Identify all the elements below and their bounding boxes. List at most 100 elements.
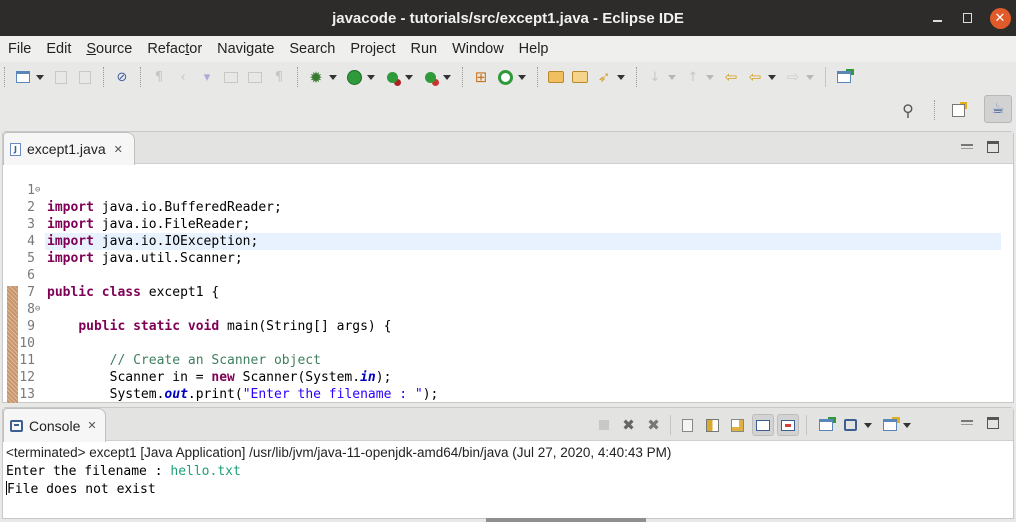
java-perspective-icon[interactable]: ☕ [984, 95, 1012, 123]
menu-source[interactable]: Source [80, 36, 138, 62]
run-icon[interactable] [344, 67, 364, 87]
close-button[interactable]: ✕ [989, 0, 1011, 36]
coverage-dropdown[interactable] [404, 67, 414, 87]
close-icon: ✕ [989, 7, 1011, 29]
maximize-button[interactable] [955, 0, 979, 36]
tab-label: except1.java [27, 141, 106, 157]
search-flashlight-icon[interactable]: ➶ [594, 67, 614, 87]
minimize-editor-button[interactable] [961, 144, 973, 149]
code-line: 2 import java.io.FileReader; [3, 182, 1013, 232]
code-line: 1 ⊖ import java.io.BufferedReader; [3, 165, 1013, 215]
word-wrap-icon[interactable] [727, 414, 749, 436]
search-dropdown[interactable] [616, 67, 626, 87]
open-console-dropdown[interactable] [902, 415, 912, 435]
toolbar-separator [806, 415, 807, 435]
console-pane: Console ✕ ✖ ✖ <terminated> except1 [Java… [2, 407, 1014, 519]
menu-edit[interactable]: Edit [40, 36, 77, 62]
mark-occurrences-icon: ¶ [154, 69, 164, 85]
menu-search[interactable]: Search [283, 36, 341, 62]
menu-refactor[interactable]: Refac t or [141, 36, 208, 62]
pin-editor-icon[interactable] [834, 67, 854, 87]
maximize-editor-button[interactable] [987, 141, 999, 153]
horizontal-scrollbar[interactable] [486, 518, 646, 522]
minimize-button[interactable] [925, 0, 949, 36]
menu-navigate[interactable]: Navigate [211, 36, 280, 62]
search-icon[interactable]: ⚲ [898, 100, 918, 120]
clear-console-icon[interactable] [677, 414, 699, 436]
console-output-line[interactable]: File does not exist [6, 481, 156, 497]
console-output-text: File does not exist [7, 482, 156, 497]
show-console-stdout-icon[interactable] [751, 414, 774, 436]
forward-icon: ⇨ [786, 68, 800, 86]
open-perspective-icon[interactable] [948, 100, 968, 120]
forward-dropdown [805, 67, 815, 87]
toolbar-separator [934, 100, 935, 120]
editor-pane: J except1.java ✕ 1 ⊖ import java.io.Buffe… [2, 131, 1014, 403]
word-wrap-icon [221, 67, 241, 87]
toolbar-separator [103, 67, 104, 87]
last-edit-location-icon[interactable]: ⇦ [721, 67, 741, 87]
scroll-lock-icon[interactable] [702, 414, 724, 436]
new-java-class-icon[interactable] [495, 67, 515, 87]
open-console-icon[interactable] [879, 414, 901, 436]
debug-dropdown[interactable] [328, 67, 338, 87]
menu-help[interactable]: Help [513, 36, 555, 62]
external-tools-icon[interactable] [420, 67, 440, 87]
menu-file[interactable]: File [2, 36, 37, 62]
new-java-class-dropdown[interactable] [517, 67, 527, 87]
toolbar-separator [297, 67, 298, 87]
toggle-breakpoint-icon[interactable]: ⊘ [112, 67, 132, 87]
console-tab-strip: Console ✕ ✖ ✖ [3, 408, 1013, 442]
code-line: 6 public class except1 { [3, 250, 1013, 300]
save-icon [51, 67, 71, 87]
tab-except1-java[interactable]: J except1.java ✕ [3, 132, 135, 165]
toolbar-separator [4, 67, 5, 87]
code-line: 12 System.out.print("Enter the filename … [3, 352, 1013, 402]
new-wizard-icon[interactable] [13, 67, 33, 87]
toolbar-separator [825, 67, 826, 87]
maximize-console-button[interactable] [987, 417, 999, 429]
code-line: 3 import java.io.IOException; [3, 199, 1013, 249]
code-line: 11 Scanner in = new Scanner(System.in); [3, 335, 1013, 385]
next-annotation-icon: ↓ [649, 69, 661, 85]
display-selected-console-icon[interactable] [840, 414, 862, 436]
close-tab-icon[interactable]: ✕ [114, 143, 123, 156]
external-tools-dropdown[interactable] [442, 67, 452, 87]
menu-window[interactable]: Window [446, 36, 510, 62]
next-annotation-dropdown [667, 67, 677, 87]
coverage-icon[interactable] [382, 67, 402, 87]
display-selected-console-dropdown[interactable] [863, 415, 873, 435]
back-icon[interactable]: ⇦ [745, 67, 765, 87]
code-area[interactable]: 1 ⊖ import java.io.BufferedReader; 2 impo… [3, 165, 1013, 403]
close-tab-icon[interactable]: ✕ [87, 419, 96, 432]
code-line: 8 ⊖ public static void main(String[] args… [3, 284, 1013, 334]
toolbar-separator [140, 67, 141, 87]
toggle-block-selection-icon: ▾ [203, 69, 211, 85]
maximize-icon [962, 13, 972, 23]
new-wizard-dropdown[interactable] [35, 67, 45, 87]
console-toolbar: ✖ ✖ [591, 414, 916, 436]
run-dropdown[interactable] [366, 67, 376, 87]
previous-annotation-icon: ↑ [687, 69, 699, 85]
remove-launch-icon[interactable]: ✖ [618, 414, 640, 436]
pin-console-icon[interactable] [815, 414, 837, 436]
toolbar-separator [636, 67, 637, 87]
console-output-line[interactable]: Enter the filename : hello.txt [6, 464, 241, 479]
code-line: 13 [3, 369, 1013, 402]
remove-all-terminated-icon[interactable]: ✖ [643, 414, 665, 436]
show-console-stderr-icon[interactable] [776, 414, 799, 436]
open-task-icon[interactable] [570, 67, 590, 87]
minimize-console-button[interactable] [961, 420, 973, 425]
tab-label: Console [29, 417, 81, 434]
menu-run[interactable]: Run [404, 36, 443, 62]
console-icon [10, 419, 23, 432]
console-process-info: <terminated> except1 [Java Application] … [6, 445, 672, 460]
debug-icon[interactable]: ✹ [306, 67, 326, 87]
toolbar-separator [537, 67, 538, 87]
back-dropdown[interactable] [767, 67, 777, 87]
new-java-package-icon[interactable]: ⊞ [471, 67, 491, 87]
menu-project[interactable]: Project [344, 36, 401, 62]
tab-console[interactable]: Console ✕ [3, 408, 106, 442]
console-prompt: Enter the filename : [6, 464, 171, 479]
open-type-icon[interactable] [546, 67, 566, 87]
